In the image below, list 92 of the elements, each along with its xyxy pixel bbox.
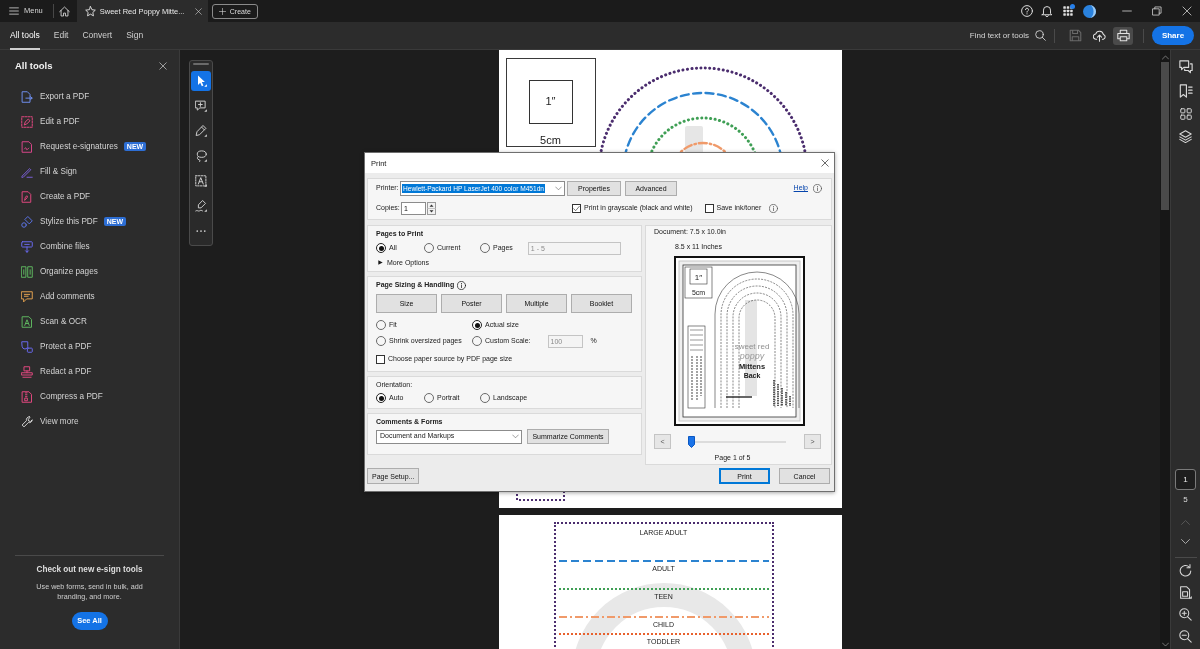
- hamburger-icon: [9, 6, 19, 16]
- search-button[interactable]: Find text or tools: [969, 30, 1046, 41]
- cursor-icon: [195, 75, 207, 87]
- panel-title: All tools: [15, 60, 53, 72]
- tool-link[interactable]: Compress a PDF: [21, 390, 103, 403]
- pen-icon: [21, 165, 33, 178]
- tool-link[interactable]: Scan & OCR: [21, 315, 87, 328]
- page-number-field[interactable]: 1: [1175, 469, 1196, 490]
- triangle-icon: [378, 259, 383, 265]
- home-icon[interactable]: [58, 5, 70, 17]
- tool-link[interactable]: Organize pages: [21, 265, 98, 278]
- checkbox[interactable]: [376, 354, 385, 364]
- preview-scale-label: 1″: [694, 273, 703, 282]
- spinner-icon[interactable]: [427, 202, 436, 215]
- shield-lock-icon: [21, 340, 33, 353]
- view-more-link[interactable]: View more: [21, 415, 79, 428]
- text-frame-icon: [195, 175, 207, 187]
- avatar-icon[interactable]: [1083, 4, 1096, 18]
- tool-link[interactable]: Create a PDF: [21, 190, 91, 203]
- close-icon[interactable]: [821, 159, 829, 167]
- apps-grid-icon[interactable]: [1063, 6, 1073, 16]
- page-slider[interactable]: [688, 435, 786, 448]
- preview-marks-drawing: [725, 379, 791, 407]
- rotate-icon[interactable]: [1179, 564, 1192, 577]
- radio-button[interactable]: [472, 320, 482, 330]
- tool-link[interactable]: Combine files: [21, 240, 90, 253]
- chevron-down-icon: [512, 433, 519, 440]
- select-tool[interactable]: [191, 71, 211, 91]
- tool-link[interactable]: Request e-signatures: [21, 140, 118, 153]
- share-button[interactable]: Share: [1152, 26, 1194, 45]
- more-icon: [196, 229, 206, 233]
- radio-button[interactable]: [376, 393, 386, 403]
- bell-icon[interactable]: [1041, 5, 1053, 17]
- file-signature-icon: [21, 140, 33, 153]
- lasso-icon: [195, 150, 207, 162]
- help-icon[interactable]: [1021, 5, 1033, 17]
- search-icon: [1035, 30, 1046, 41]
- info-icon[interactable]: [769, 204, 779, 213]
- radio-button[interactable]: [376, 243, 386, 253]
- star-icon[interactable]: [84, 5, 96, 17]
- checkbox[interactable]: [704, 204, 714, 213]
- pen-icon: [195, 125, 207, 137]
- tool-link[interactable]: Fill & Sign: [21, 165, 77, 178]
- printer-icon: [1116, 29, 1130, 42]
- thumbnails-icon[interactable]: [1179, 108, 1192, 120]
- tool-link[interactable]: Stylize this PDF: [21, 215, 98, 228]
- bookmark-icon[interactable]: [1178, 84, 1193, 98]
- drag-handle-icon[interactable]: [193, 63, 209, 65]
- zoom-out-icon[interactable]: [1179, 630, 1192, 643]
- promo-title: Check out new e-sign tools: [36, 565, 143, 575]
- signature-icon: [195, 200, 207, 212]
- chevron-down-icon: [555, 185, 562, 192]
- scrollbar-thumb[interactable]: [1161, 62, 1169, 210]
- chevron-down-icon[interactable]: [1181, 537, 1190, 546]
- cloud-upload-icon: [1092, 29, 1106, 42]
- layers-icon[interactable]: [1179, 130, 1192, 143]
- preview-brand-text: poppy: [739, 351, 765, 361]
- columns-icon: [21, 265, 33, 278]
- wrench-icon: [21, 415, 33, 428]
- comment-icon: [21, 290, 33, 303]
- preview-brand-text: sweet red: [734, 342, 770, 351]
- comment-plus-icon: [195, 100, 207, 112]
- stamp-icon: [21, 365, 33, 378]
- fit-page-icon[interactable]: [1179, 586, 1192, 599]
- tool-link[interactable]: Edit a PDF: [21, 115, 80, 128]
- info-icon[interactable]: [457, 280, 467, 290]
- tab[interactable]: Edit: [53, 21, 69, 50]
- file-icon: [21, 190, 33, 203]
- zoom-in-icon[interactable]: [1179, 608, 1192, 621]
- checkmark-icon: [573, 205, 580, 212]
- print-button[interactable]: [1113, 26, 1133, 45]
- tool-link[interactable]: Export a PDF: [21, 90, 90, 103]
- brush-icon: [21, 215, 33, 228]
- tool-link[interactable]: Add comments: [21, 290, 95, 303]
- restore-icon[interactable]: [1152, 6, 1162, 16]
- scale-caption: 5cm: [540, 134, 561, 146]
- zip-file-icon: [21, 390, 33, 403]
- inch-square: 1″: [528, 80, 573, 124]
- page-count: 5: [1183, 495, 1188, 505]
- info-icon[interactable]: [813, 184, 822, 193]
- tab[interactable]: Sign: [126, 21, 144, 50]
- comments-icon[interactable]: [1178, 60, 1193, 74]
- tool-link[interactable]: Protect a PDF: [21, 340, 92, 353]
- tab[interactable]: Convert: [82, 21, 113, 50]
- merge-icon: [21, 240, 33, 253]
- plus-icon: [218, 7, 226, 15]
- file-letter-icon: [21, 315, 33, 328]
- dashed-frame-icon: [21, 115, 33, 128]
- slider-thumb[interactable]: [688, 435, 695, 448]
- file-arrow-icon: [21, 90, 33, 103]
- checkbox[interactable]: [572, 204, 581, 213]
- tool-link[interactable]: Redact a PDF: [21, 365, 92, 378]
